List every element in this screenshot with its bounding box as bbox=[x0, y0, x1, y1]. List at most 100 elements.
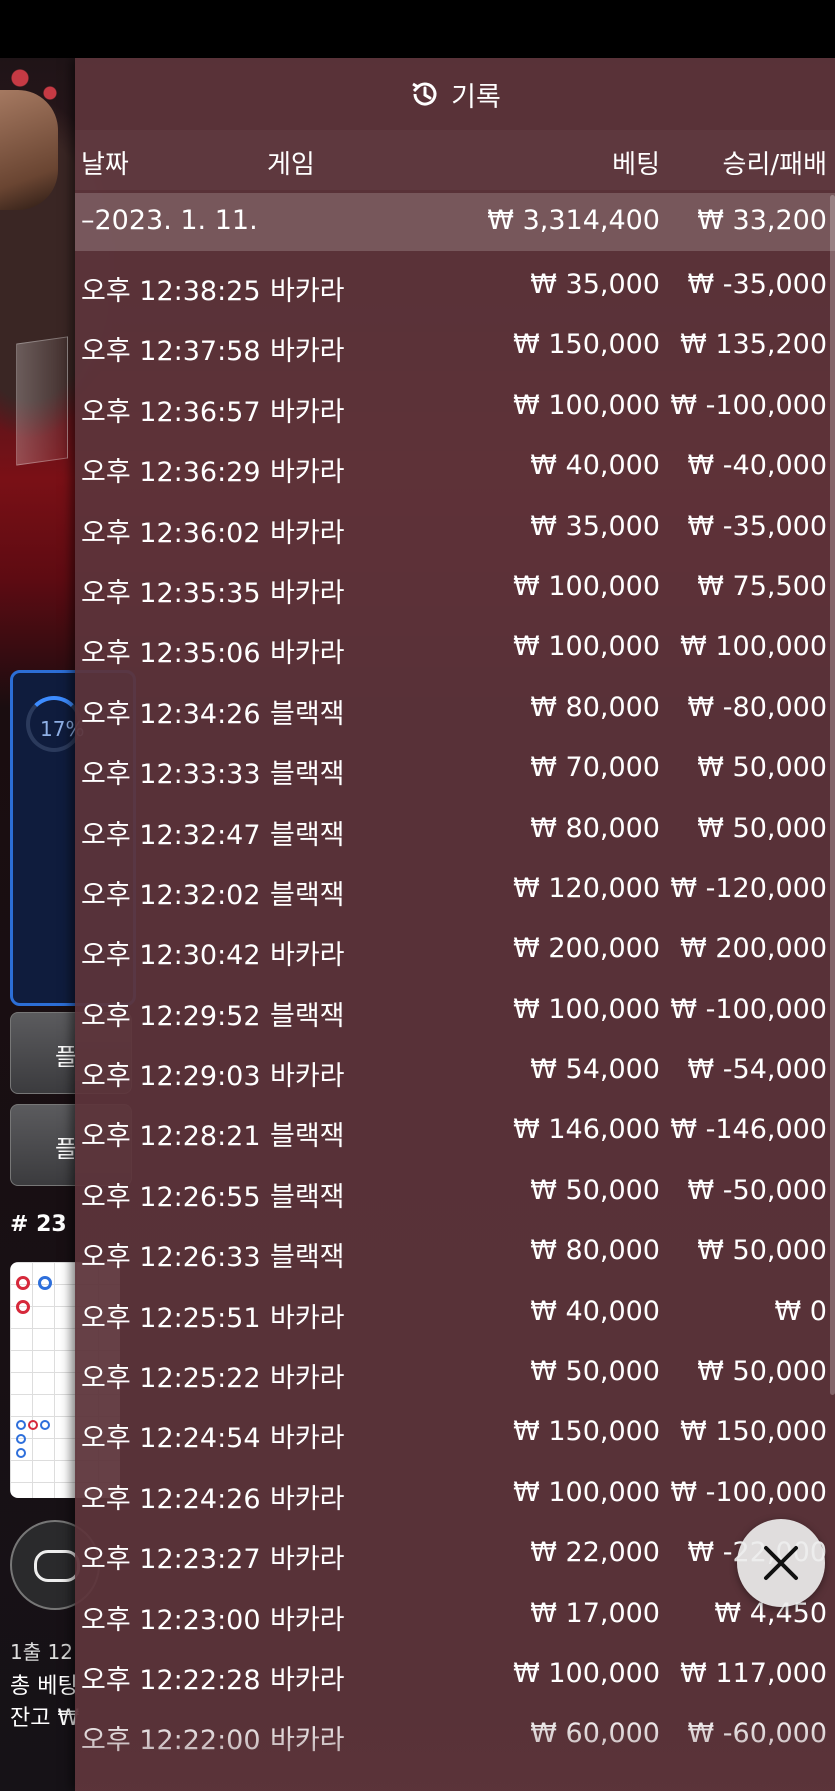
row-time: 오후 12:34:26 bbox=[81, 698, 261, 730]
row-result: ₩ 100,000 bbox=[680, 631, 827, 663]
history-row[interactable]: 오후 12:29:52 블랙잭 ₩ 100,000 ₩ -100,000 bbox=[75, 982, 835, 1042]
history-row[interactable]: 오후 12:36:29 바카라 ₩ 40,000 ₩ -40,000 bbox=[75, 438, 835, 498]
row-bet: ₩ 100,000 bbox=[513, 631, 660, 663]
row-game: 블랙잭 bbox=[270, 698, 345, 730]
row-bet: ₩ 150,000 bbox=[513, 1416, 660, 1448]
history-list: 오후 12:38:25 바카라 ₩ 35,000 ₩ -35,000 오후 12:37:… bbox=[75, 257, 835, 1767]
history-row[interactable]: 오후 12:33:33 블랙잭 ₩ 70,000 ₩ 50,000 bbox=[75, 740, 835, 800]
row-result: ₩ 117,000 bbox=[680, 1657, 827, 1689]
history-row[interactable]: 오후 12:37:58 바카라 ₩ 150,000 ₩ 135,200 bbox=[75, 317, 835, 377]
row-game: 바카라 bbox=[270, 1664, 345, 1696]
summary-date: –2023. 1. 11. bbox=[81, 205, 258, 236]
header-result: 승리/패배 bbox=[722, 150, 827, 180]
row-bet: ₩ 150,000 bbox=[513, 329, 660, 361]
balance-label: 잔고 ₩ bbox=[10, 1706, 80, 1731]
row-game: 바카라 bbox=[270, 396, 345, 428]
row-time: 오후 12:22:28 bbox=[81, 1664, 261, 1696]
row-game: 바카라 bbox=[270, 276, 345, 307]
row-bet: ₩ 100,000 bbox=[513, 570, 660, 602]
road-marker bbox=[28, 1420, 38, 1430]
row-game: 바카라 bbox=[270, 1544, 345, 1576]
row-bet: ₩ 35,000 bbox=[530, 269, 660, 300]
row-time: 오후 12:26:33 bbox=[81, 1242, 261, 1274]
history-row[interactable]: 오후 12:22:28 바카라 ₩ 100,000 ₩ 117,000 bbox=[75, 1646, 835, 1706]
card-shoe bbox=[16, 336, 68, 466]
row-time: 오후 12:28:21 bbox=[81, 1121, 261, 1153]
row-result: ₩ -100,000 bbox=[670, 1476, 827, 1508]
row-game: 블랙잭 bbox=[270, 1000, 345, 1032]
row-bet: ₩ 100,000 bbox=[513, 389, 660, 421]
panel-title-bar: 기록 bbox=[75, 58, 835, 130]
row-game: 바카라 bbox=[270, 1483, 345, 1515]
history-row[interactable]: 오후 12:36:02 바카라 ₩ 35,000 ₩ -35,000 bbox=[75, 499, 835, 559]
table-number: # 23 bbox=[10, 1212, 67, 1237]
road-marker bbox=[40, 1420, 50, 1430]
row-game: 바카라 bbox=[270, 457, 345, 489]
row-bet: ₩ 146,000 bbox=[513, 1114, 660, 1146]
row-bet: ₩ 80,000 bbox=[530, 1235, 660, 1267]
row-result: ₩ -100,000 bbox=[670, 993, 827, 1025]
history-row[interactable]: 오후 12:38:25 바카라 ₩ 35,000 ₩ -35,000 bbox=[75, 257, 835, 317]
row-bet: ₩ 40,000 bbox=[530, 1295, 660, 1327]
row-result: ₩ 0 bbox=[774, 1295, 827, 1327]
history-row[interactable]: 오후 12:30:42 바카라 ₩ 200,000 ₩ 200,000 bbox=[75, 921, 835, 981]
panel-title: 기록 bbox=[451, 81, 501, 113]
row-game: 바카라 bbox=[270, 1423, 345, 1455]
row-time: 오후 12:29:03 bbox=[81, 1061, 261, 1093]
row-time: 오후 12:36:02 bbox=[81, 517, 261, 549]
row-game: 바카라 bbox=[270, 940, 345, 972]
row-result: ₩ 50,000 bbox=[697, 1356, 827, 1388]
road-marker bbox=[16, 1434, 26, 1444]
limit-text: 1출 12 bbox=[10, 1640, 73, 1664]
close-button[interactable] bbox=[737, 1519, 825, 1607]
history-row[interactable]: 오후 12:36:57 바카라 ₩ 100,000 ₩ -100,000 bbox=[75, 378, 835, 438]
history-row[interactable]: 오후 12:23:00 바카라 ₩ 17,000 ₩ 4,450 bbox=[75, 1586, 835, 1646]
history-row[interactable]: 오후 12:24:54 바카라 ₩ 150,000 ₩ 150,000 bbox=[75, 1404, 835, 1464]
row-game: 블랙잭 bbox=[270, 879, 345, 911]
row-result: ₩ -50,000 bbox=[687, 1174, 828, 1206]
row-time: 오후 12:25:51 bbox=[81, 1302, 261, 1334]
history-row[interactable]: 오후 12:24:26 바카라 ₩ 100,000 ₩ -100,000 bbox=[75, 1465, 835, 1525]
row-time: 오후 12:33:33 bbox=[81, 759, 261, 791]
row-time: 오후 12:24:26 bbox=[81, 1483, 261, 1515]
row-result: ₩ -100,000 bbox=[670, 389, 827, 421]
row-result: ₩ -120,000 bbox=[670, 872, 827, 904]
history-row[interactable]: 오후 12:32:02 블랙잭 ₩ 120,000 ₩ -120,000 bbox=[75, 861, 835, 921]
history-row[interactable]: 오후 12:35:06 바카라 ₩ 100,000 ₩ 100,000 bbox=[75, 619, 835, 679]
row-time: 오후 12:37:58 bbox=[81, 336, 261, 368]
history-row[interactable]: 오후 12:32:47 블랙잭 ₩ 80,000 ₩ 50,000 bbox=[75, 801, 835, 861]
history-row[interactable]: 오후 12:23:27바카라₩ 22,000₩ -22,000 bbox=[75, 1525, 835, 1585]
row-game: 블랙잭 bbox=[270, 819, 345, 851]
row-bet: ₩ 22,000 bbox=[530, 1537, 660, 1569]
row-result: ₩ 75,500 bbox=[697, 570, 827, 602]
row-result: ₩ 50,000 bbox=[697, 812, 827, 844]
row-result: ₩ 150,000 bbox=[680, 1416, 827, 1448]
road-marker bbox=[16, 1300, 30, 1314]
history-row[interactable]: 오후 12:25:22 바카라 ₩ 50,000 ₩ 50,000 bbox=[75, 1344, 835, 1404]
row-time: 오후 12:24:54 bbox=[81, 1423, 261, 1455]
row-game: 블랙잭 bbox=[270, 1242, 345, 1274]
dealer-video bbox=[0, 90, 58, 210]
history-row[interactable]: 오후 12:28:21 블랙잭 ₩ 146,000 ₩ -146,000 bbox=[75, 1102, 835, 1162]
row-bet: ₩ 120,000 bbox=[513, 872, 660, 904]
row-result: ₩ -80,000 bbox=[687, 691, 828, 723]
history-row[interactable]: 오후 12:35:35 바카라 ₩ 100,000 ₩ 75,500 bbox=[75, 559, 835, 619]
scrollbar[interactable] bbox=[830, 195, 835, 1395]
row-bet: ₩ 40,000 bbox=[530, 450, 660, 482]
row-game: 바카라 bbox=[270, 638, 345, 670]
row-time: 오후 12:29:52 bbox=[81, 1000, 261, 1032]
row-time: 오후 12:35:06 bbox=[81, 638, 261, 670]
history-row[interactable]: 오후 12:25:51 바카라 ₩ 40,000 ₩ 0 bbox=[75, 1284, 835, 1344]
history-row[interactable]: 오후 12:26:33 블랙잭 ₩ 80,000 ₩ 50,000 bbox=[75, 1223, 835, 1283]
history-row[interactable]: 오후 12:26:55 블랙잭 ₩ 50,000 ₩ -50,000 bbox=[75, 1163, 835, 1223]
date-summary-row[interactable]: –2023. 1. 11. ₩ 3,314,400 ₩ 33,200 bbox=[75, 193, 835, 251]
header-date: 날짜 bbox=[81, 150, 129, 180]
history-row[interactable]: 오후 12:34:26 블랙잭 ₩ 80,000 ₩ -80,000 bbox=[75, 680, 835, 740]
row-bet: ₩ 80,000 bbox=[530, 812, 660, 844]
row-bet: ₩ 80,000 bbox=[530, 691, 660, 723]
row-time: 오후 12:38:25 bbox=[81, 276, 261, 307]
row-result: ₩ 135,200 bbox=[680, 329, 827, 361]
road-marker bbox=[16, 1276, 30, 1290]
history-row[interactable]: 오후 12:29:03 바카라 ₩ 54,000 ₩ -54,000 bbox=[75, 1042, 835, 1102]
row-bet: ₩ 17,000 bbox=[530, 1597, 660, 1629]
